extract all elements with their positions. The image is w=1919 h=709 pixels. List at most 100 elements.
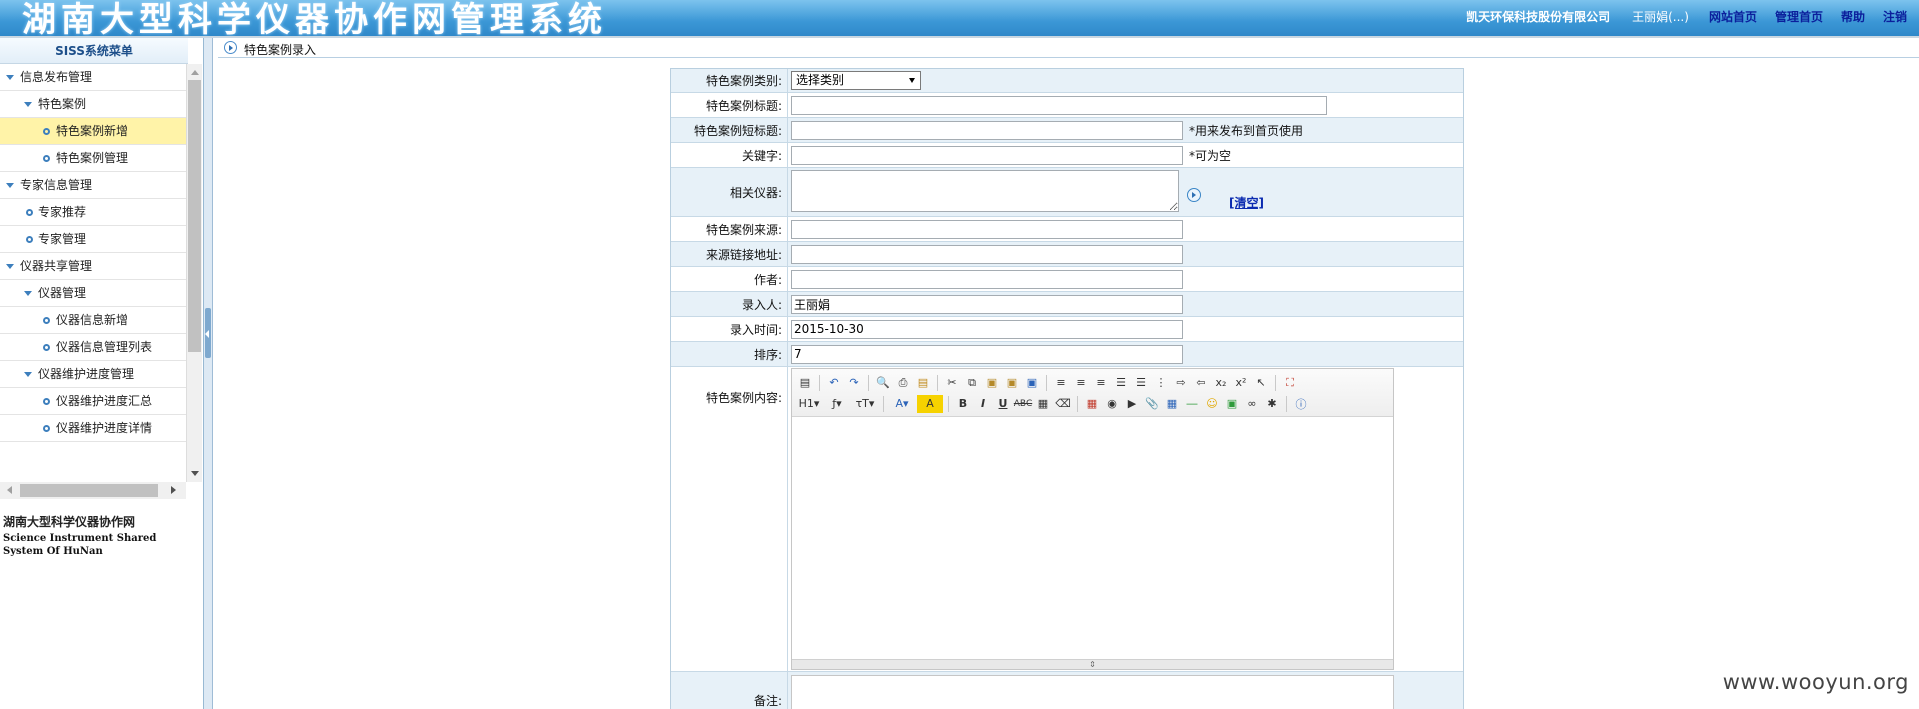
scroll-down-arrow-icon[interactable] (191, 471, 199, 476)
font-color-icon[interactable]: A▾ (889, 395, 915, 413)
font-size-icon[interactable]: τT▾ (852, 395, 878, 413)
entry-person-label: 录入人: (671, 292, 788, 316)
sidebar-item-label: 仪器信息新增 (56, 313, 129, 327)
breadcrumb: 特色案例录入 (218, 38, 1919, 58)
align-left-icon[interactable]: ≡ (1052, 374, 1070, 392)
sidebar-item-maintenance[interactable]: 仪器维护进度管理 (0, 361, 186, 388)
sidebar-item-featured-cases[interactable]: 特色案例 (0, 91, 186, 118)
keyword-input[interactable] (791, 145, 1183, 165)
brand-name-en: Science Instrument Shared System Of HuNa… (3, 533, 157, 557)
fullscreen-icon[interactable]: ⛶ (1281, 374, 1299, 392)
select-all-icon[interactable]: ↖ (1252, 374, 1270, 392)
source-input[interactable] (791, 219, 1183, 239)
sidebar-item-maintenance-summary[interactable]: 仪器维护进度汇总 (0, 388, 186, 415)
clear-link[interactable]: [清空] (1229, 194, 1264, 211)
align-right-icon[interactable]: ≡ (1092, 374, 1110, 392)
author-input[interactable] (791, 269, 1183, 289)
bold-icon[interactable]: B (954, 395, 972, 413)
editor-resize-handle[interactable]: ⇕ (792, 659, 1393, 669)
superscript-icon[interactable]: x² (1232, 374, 1250, 392)
unordered-list-icon[interactable]: ⋮ (1152, 374, 1170, 392)
flash-icon[interactable]: ◉ (1103, 395, 1121, 413)
row-entry-time: 录入时间: (671, 317, 1463, 342)
emoticon-icon[interactable]: ☺ (1203, 395, 1221, 413)
sidebar-item-add-case[interactable]: 特色案例新增 (0, 118, 186, 145)
scroll-right-arrow-icon[interactable] (171, 486, 176, 494)
media-icon[interactable]: ▶ (1123, 395, 1141, 413)
sidebar-title: SISS系统菜单 (0, 38, 188, 64)
entry-time-input[interactable] (791, 319, 1183, 339)
scroll-thumb[interactable] (188, 80, 201, 352)
help-icon[interactable]: ⓘ (1292, 395, 1310, 413)
order-input[interactable] (791, 344, 1183, 364)
paste-text-icon[interactable]: ▣ (1003, 374, 1021, 392)
sidebar-item-manage-cases[interactable]: 特色案例管理 (0, 145, 186, 172)
clear-format-icon[interactable]: ⌫ (1054, 395, 1072, 413)
align-justify-icon[interactable]: ☰ (1112, 374, 1130, 392)
preview-icon[interactable]: 🔍 (874, 374, 892, 392)
source-icon[interactable]: ▤ (796, 374, 814, 392)
align-center-icon[interactable]: ≡ (1072, 374, 1090, 392)
sidebar-item-add-instrument[interactable]: 仪器信息新增 (0, 307, 186, 334)
source-url-input[interactable] (791, 244, 1183, 264)
scroll-up-arrow-icon[interactable] (191, 70, 199, 75)
image-icon[interactable]: ▦ (1083, 395, 1101, 413)
attachment-icon[interactable]: 📎 (1143, 395, 1161, 413)
content-label: 特色案例内容: (671, 367, 788, 671)
row-content: 特色案例内容: ▤ ↶ ↷ 🔍 ⎙ ▤ ✂ ⧉ ▣ ▣ ▣ ≡ ≡ ≡ ☰ ☰ … (671, 367, 1463, 672)
entry-person-input[interactable] (791, 294, 1183, 314)
hr-icon[interactable]: ― (1183, 395, 1201, 413)
sidebar-item-info-publish[interactable]: 信息发布管理 (0, 64, 186, 91)
sidebar-item-expert-recommend[interactable]: 专家推荐 (0, 199, 186, 226)
scroll-left-arrow-icon[interactable] (7, 486, 12, 494)
short-title-input[interactable] (791, 120, 1183, 140)
unlink-icon[interactable]: ✱ (1263, 395, 1281, 413)
help-link[interactable]: 帮助 (1841, 8, 1865, 25)
strikethrough-icon[interactable]: ABC (1014, 395, 1032, 413)
subscript-icon[interactable]: x₂ (1212, 374, 1230, 392)
collapse-arrow-icon[interactable] (205, 330, 209, 338)
heading-icon[interactable]: H1▾ (796, 395, 822, 413)
indent-icon[interactable]: ⇨ (1172, 374, 1190, 392)
sidebar-item-instrument-share[interactable]: 仪器共享管理 (0, 253, 186, 280)
admin-home-link[interactable]: 管理首页 (1775, 8, 1823, 25)
instrument-textarea[interactable] (791, 170, 1179, 212)
title-input[interactable] (791, 95, 1327, 115)
line-height-icon[interactable]: ▦ (1034, 395, 1052, 413)
logout-link[interactable]: 注销 (1883, 8, 1907, 25)
sidebar-item-instrument-manage[interactable]: 仪器管理 (0, 280, 186, 307)
copy-icon[interactable]: ⧉ (963, 374, 981, 392)
scroll-thumb[interactable] (20, 484, 158, 497)
underline-icon[interactable]: U (994, 395, 1012, 413)
link-icon[interactable]: ∞ (1243, 395, 1261, 413)
sidebar-horizontal-scrollbar[interactable] (0, 482, 186, 499)
outdent-icon[interactable]: ⇦ (1192, 374, 1210, 392)
editor-content-area[interactable] (792, 417, 1393, 659)
author-label: 作者: (671, 267, 788, 291)
map-icon[interactable]: ▣ (1223, 395, 1241, 413)
highlight-icon[interactable]: A (917, 394, 943, 413)
sidebar-item-expert-manage[interactable]: 专家管理 (0, 226, 186, 253)
category-select[interactable]: 选择类别 (791, 71, 921, 90)
row-category: 特色案例类别: 选择类别 (671, 69, 1463, 93)
cut-icon[interactable]: ✂ (943, 374, 961, 392)
sidebar-item-expert-info[interactable]: 专家信息管理 (0, 172, 186, 199)
website-home-link[interactable]: 网站首页 (1709, 8, 1757, 25)
remark-editor[interactable] (791, 675, 1394, 709)
sidebar-item-instrument-list[interactable]: 仪器信息管理列表 (0, 334, 186, 361)
print-icon[interactable]: ⎙ (894, 374, 912, 392)
template-icon[interactable]: ▤ (914, 374, 932, 392)
undo-icon[interactable]: ↶ (825, 374, 843, 392)
sidebar-vertical-scrollbar[interactable] (186, 64, 202, 482)
table-icon[interactable]: ▦ (1163, 395, 1181, 413)
sidebar-menu: 信息发布管理 特色案例 特色案例新增 特色案例管理 专家信息管理 专家推荐 专家… (0, 64, 186, 478)
paste-icon[interactable]: ▣ (983, 374, 1001, 392)
font-family-icon[interactable]: ƒ▾ (824, 395, 850, 413)
sidebar-splitter[interactable] (204, 38, 213, 709)
sidebar-item-maintenance-detail[interactable]: 仪器维护进度详情 (0, 415, 186, 442)
ordered-list-icon[interactable]: ☰ (1132, 374, 1150, 392)
select-instrument-icon[interactable] (1187, 188, 1201, 202)
redo-icon[interactable]: ↷ (845, 374, 863, 392)
paste-word-icon[interactable]: ▣ (1023, 374, 1041, 392)
italic-icon[interactable]: I (974, 395, 992, 413)
